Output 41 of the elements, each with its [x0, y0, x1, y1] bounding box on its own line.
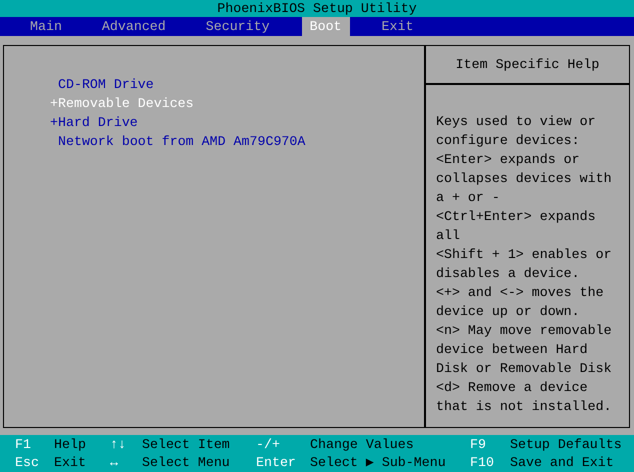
- key-action: Change Values: [310, 436, 415, 454]
- key-label: Esc: [15, 454, 40, 472]
- help-text: a + or -: [436, 189, 501, 207]
- help-text: <d> Remove a device: [436, 379, 589, 397]
- help-text: <Shift + 1> enables or: [436, 246, 613, 264]
- key-label: Enter: [256, 454, 297, 472]
- help-text: that is not installed.: [436, 398, 613, 416]
- key-action: Select Item: [142, 436, 231, 454]
- boot-device-item[interactable]: +Hard Drive: [50, 113, 138, 132]
- menu-tab[interactable]: Main: [22, 17, 70, 36]
- key-label: F1: [15, 436, 32, 454]
- key-action: Select Menu: [142, 454, 231, 472]
- help-text: <Enter> expands or: [436, 151, 581, 169]
- menu-tab[interactable]: Exit: [374, 17, 422, 36]
- help-text: disables a device.: [436, 265, 581, 283]
- help-text: <n> May move removable: [436, 322, 613, 340]
- boot-device-item[interactable]: CD-ROM Drive: [58, 75, 154, 94]
- help-text: all: [436, 227, 461, 245]
- help-text: Keys used to view or: [436, 113, 597, 131]
- key-label: ↔: [110, 454, 119, 472]
- key-action: Help: [54, 436, 87, 454]
- help-text: collapses devices with: [436, 170, 613, 188]
- key-action: Save and Exit: [510, 454, 615, 472]
- key-action: Exit: [54, 454, 87, 472]
- key-action: Setup Defaults: [510, 436, 623, 454]
- key-label: ↑↓: [110, 436, 127, 454]
- help-text: <Ctrl+Enter> expands: [436, 208, 597, 226]
- boot-device-item[interactable]: Network boot from AMD Am79C970A: [58, 132, 306, 151]
- help-text: device between Hard: [436, 341, 589, 359]
- key-action: Select ▶ Sub-Menu: [310, 454, 447, 472]
- window-title: PhoenixBIOS Setup Utility: [0, 0, 634, 17]
- menu-tab[interactable]: Security: [198, 17, 278, 36]
- help-text: Disk or Removable Disk: [436, 360, 613, 378]
- key-label: -/+: [256, 436, 281, 454]
- help-text: device up or down.: [436, 303, 581, 321]
- key-label: F9: [470, 436, 487, 454]
- help-text: configure devices:: [436, 132, 581, 150]
- help-text: <+> and <-> moves the: [436, 284, 605, 302]
- menu-tab[interactable]: Advanced: [94, 17, 174, 36]
- key-label: F10: [470, 454, 495, 472]
- help-title: Item Specific Help: [456, 57, 600, 72]
